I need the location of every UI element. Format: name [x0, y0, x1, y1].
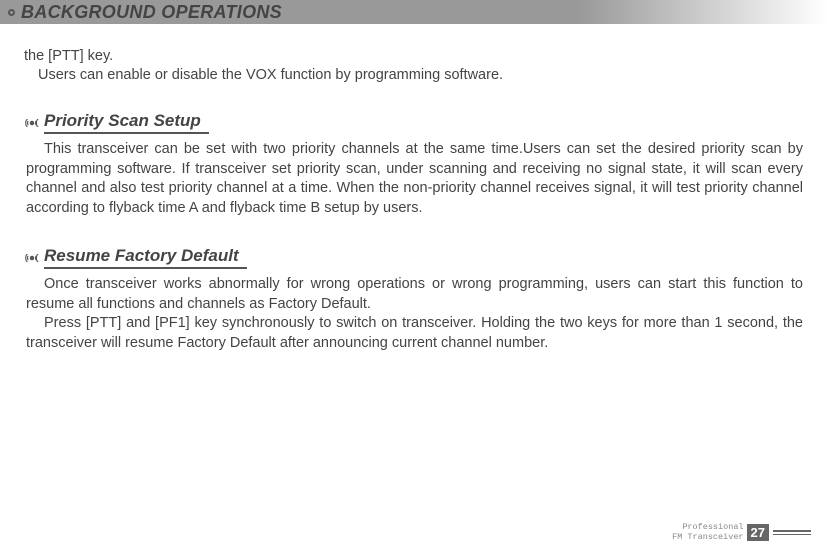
section-header: Resume Factory Default [24, 246, 803, 269]
section-title-factory: Resume Factory Default [44, 246, 247, 269]
header-title: BACKGROUND OPERATIONS [21, 2, 282, 23]
section-header: Priority Scan Setup [24, 111, 803, 134]
wave-icon [24, 250, 40, 266]
page-footer: Professional FM Transceiver 27 [672, 523, 811, 542]
priority-scan-text: This transceiver can be set with two pri… [26, 140, 803, 218]
factory-default-para1: Once transceiver works abnormally for wr… [26, 275, 803, 314]
footer-lines-icon [773, 530, 811, 535]
intro-text-line1: the [PTT] key. [24, 48, 803, 64]
section-body: Once transceiver works abnormally for wr… [26, 275, 803, 353]
section-body: This transceiver can be set with two pri… [26, 140, 803, 218]
footer-text-line2: FM Transceiver [672, 533, 743, 542]
page-number: 27 [747, 524, 769, 541]
factory-default-para2: Press [PTT] and [PF1] key synchronously … [26, 314, 803, 353]
header-bullet-icon [8, 9, 15, 16]
section-title-priority: Priority Scan Setup [44, 111, 209, 134]
intro-text-line2: Users can enable or disable the VOX func… [38, 67, 803, 83]
page-header: BACKGROUND OPERATIONS [0, 0, 827, 24]
section-factory-default: Resume Factory Default Once transceiver … [24, 246, 803, 353]
wave-icon [24, 115, 40, 131]
page-content: the [PTT] key. Users can enable or disab… [0, 24, 827, 354]
footer-label: Professional FM Transceiver [672, 523, 743, 542]
section-priority-scan: Priority Scan Setup This transceiver can… [24, 111, 803, 218]
